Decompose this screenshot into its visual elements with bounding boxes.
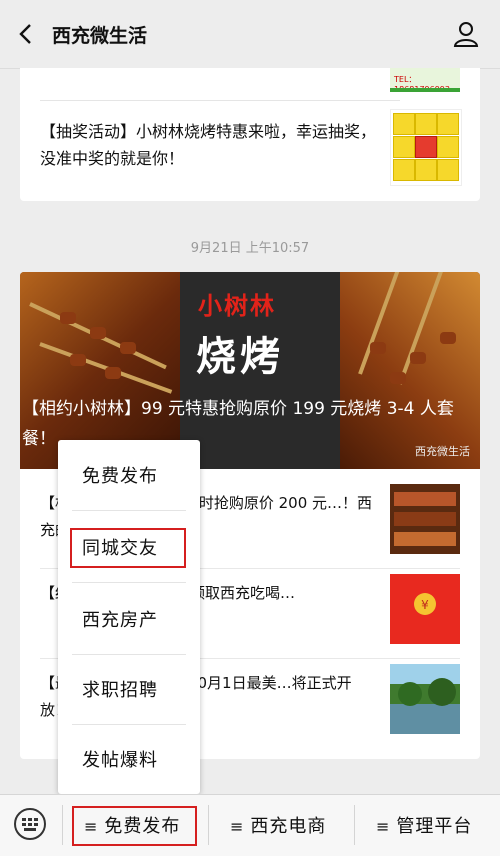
back-arrow-icon[interactable] [14, 22, 38, 46]
svg-text:¥: ¥ [421, 598, 429, 612]
park-thumbnail-image [390, 664, 460, 734]
bbq-thumbnail-image [390, 484, 460, 554]
menu-ecommerce[interactable]: ≡ 西充电商 [230, 812, 326, 838]
keyboard-icon[interactable] [14, 808, 46, 840]
submenu-item-free-post[interactable]: 免费发布 [58, 440, 200, 510]
submenu-item-label[interactable]: 发帖爆料 [82, 746, 158, 772]
highlight-box [72, 806, 197, 846]
menu-lines-icon: ≡ [230, 817, 245, 836]
tel-thumbnail: TEL：18681796993 [390, 68, 460, 94]
user-profile-icon[interactable] [452, 20, 480, 48]
submenu-item-label[interactable]: 求职招聘 [82, 676, 158, 702]
menu-admin[interactable]: ≡ 管理平台 [376, 812, 472, 838]
article-title[interactable]: 【抽奖活动】小树林烧烤特惠来啦，幸运抽奖，没准中奖的就是你！ [40, 118, 380, 172]
submenu-item-report[interactable]: 发帖爆料 [58, 724, 200, 794]
submenu-item-real-estate[interactable]: 西充房产 [58, 584, 200, 654]
lottery-grid-thumbnail [390, 109, 462, 186]
nav-header: 西充微生活 [0, 0, 500, 69]
popup-submenu: 免费发布 同城交友 西充房产 求职招聘 发帖爆料 [58, 440, 200, 794]
message-timestamp: 9月21日 上午10:57 [190, 241, 310, 256]
brand-logo-main: 烧烤 [196, 334, 284, 380]
brand-logo-top: 小树林 [198, 292, 276, 320]
page-title: 西充微生活 [52, 25, 148, 47]
submenu-item-label[interactable]: 西充房产 [82, 606, 158, 632]
highlight-box [70, 528, 186, 568]
menu-label[interactable]: 西充电商 [250, 816, 326, 837]
bottom-menu-bar: ≡ 免费发布 ≡ 西充电商 ≡ 管理平台 [0, 794, 500, 856]
article-card-lottery[interactable]: TEL：18681796993 【抽奖活动】小树林烧烤特惠来啦，幸运抽奖，没准中… [20, 68, 480, 201]
submenu-item-label[interactable]: 免费发布 [82, 462, 158, 488]
menu-lines-icon: ≡ [376, 817, 391, 836]
menu-label[interactable]: 管理平台 [396, 816, 472, 837]
submenu-item-jobs[interactable]: 求职招聘 [58, 654, 200, 724]
red-envelope-icon: ¥ [390, 574, 460, 644]
watermark: 西充微生活 [415, 445, 470, 458]
